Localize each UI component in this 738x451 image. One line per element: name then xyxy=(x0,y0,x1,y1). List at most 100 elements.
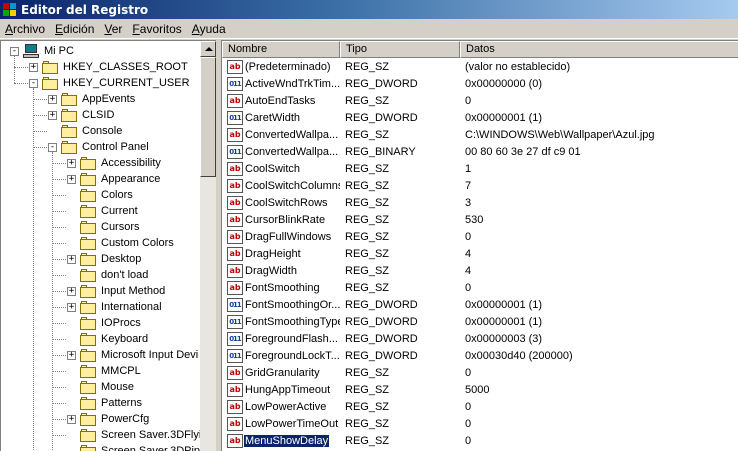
expand-icon[interactable]: + xyxy=(67,175,76,184)
value-type: REG_SZ xyxy=(345,417,390,430)
tree-node-label: MMCPL xyxy=(101,365,141,377)
string-value-icon: ab xyxy=(227,280,243,295)
value-row[interactable]: ab MenuShowDelay REG_SZ 0 xyxy=(222,432,738,449)
value-row[interactable]: ab DragHeight REG_SZ 4 xyxy=(222,245,738,262)
tree-node[interactable]: HKEY_CURRENT_USER xyxy=(42,75,192,91)
menu-favoritos[interactable]: Favoritos xyxy=(127,22,186,36)
tree-node-label: Console xyxy=(82,125,123,137)
value-row[interactable]: 011 ForegroundLockT... REG_DWORD 0x00030d40… xyxy=(222,347,738,364)
value-row[interactable]: ab ConvertedWallpa... REG_SZ C:\WINDOWS\Web… xyxy=(222,126,738,143)
value-row[interactable]: ab AutoEndTasks REG_SZ 0 xyxy=(222,92,738,109)
expand-icon[interactable]: + xyxy=(67,303,76,312)
value-name: LowPowerTimeOut xyxy=(245,417,339,430)
tree-node[interactable]: HKEY_CLASSES_ROOT xyxy=(42,59,190,75)
value-name: ConvertedWallpa... xyxy=(245,145,339,158)
value-row[interactable]: 011 ForegroundFlash... REG_DWORD 0x00000003… xyxy=(222,330,738,347)
value-row[interactable]: 011 ActiveWndTrkTim... REG_DWORD 0x00000000… xyxy=(222,75,738,92)
value-row[interactable]: ab CoolSwitchColumns REG_SZ 7 xyxy=(222,177,738,194)
value-row[interactable]: ab CoolSwitch REG_SZ 1 xyxy=(222,160,738,177)
menu-edicion[interactable]: Edición xyxy=(50,22,99,36)
tree-node[interactable]: Colors xyxy=(80,187,135,203)
tree-node[interactable]: Cursors xyxy=(80,219,142,235)
tree-node-label: Desktop xyxy=(101,253,142,265)
value-row[interactable]: ab LowPowerTimeOut REG_SZ 0 xyxy=(222,415,738,432)
menu-archivo[interactable]: Archivo xyxy=(0,22,50,36)
column-header-type[interactable]: Tipo xyxy=(340,41,460,58)
value-row[interactable]: 011 CaretWidth REG_DWORD 0x00000001 (1) xyxy=(222,109,738,126)
expand-icon[interactable]: + xyxy=(48,111,57,120)
tree-node[interactable]: Accessibility xyxy=(80,155,163,171)
tree-node[interactable]: Mi PC xyxy=(23,43,76,59)
value-row[interactable]: ab CursorBlinkRate REG_SZ 530 xyxy=(222,211,738,228)
value-type: REG_DWORD xyxy=(345,332,418,345)
value-data: 4 xyxy=(465,247,472,260)
collapse-icon[interactable]: - xyxy=(10,47,19,56)
tree-node[interactable]: Microsoft Input Devi xyxy=(80,347,200,363)
value-row[interactable]: ab HungAppTimeout REG_SZ 5000 xyxy=(222,381,738,398)
value-data: 0 xyxy=(465,366,472,379)
registry-key-tree: Mi PC - HKEY_CLASSES_ROOT + HKEY_CURRENT_USE… xyxy=(1,41,200,451)
tree-node-label: IOProcs xyxy=(101,317,141,329)
column-header-name[interactable]: Nombre xyxy=(222,41,340,58)
value-name: FontSmoothingOr... xyxy=(245,298,340,311)
tree-node[interactable]: Keyboard xyxy=(80,331,150,347)
value-type: REG_SZ xyxy=(345,179,390,192)
string-value-icon: ab xyxy=(227,178,243,193)
string-value-icon: ab xyxy=(227,263,243,278)
tree-node[interactable]: PowerCfg xyxy=(80,411,151,427)
binary-value-icon: 011 xyxy=(227,110,243,125)
tree-node[interactable]: Screen Saver.3DPipe xyxy=(80,443,200,451)
expand-icon[interactable]: + xyxy=(67,287,76,296)
value-row[interactable]: ab DragFullWindows REG_SZ 0 xyxy=(222,228,738,245)
title-bar[interactable]: Editor del Registro xyxy=(0,0,738,19)
folder-icon xyxy=(80,300,96,314)
expand-icon[interactable]: + xyxy=(29,63,38,72)
tree-node[interactable]: Patterns xyxy=(80,395,144,411)
expand-icon[interactable]: + xyxy=(67,415,76,424)
tree-node[interactable]: don't load xyxy=(80,267,150,283)
expand-icon[interactable]: + xyxy=(48,95,57,104)
expand-icon[interactable]: + xyxy=(67,159,76,168)
expand-icon[interactable]: + xyxy=(67,351,76,360)
scroll-up-button[interactable] xyxy=(200,41,216,57)
tree-node-label: Mouse xyxy=(101,381,135,393)
tree-node[interactable]: AppEvents xyxy=(61,91,137,107)
tree-node[interactable]: Custom Colors xyxy=(80,235,176,251)
value-row[interactable]: ab CoolSwitchRows REG_SZ 3 xyxy=(222,194,738,211)
value-row[interactable]: ab DragWidth REG_SZ 4 xyxy=(222,262,738,279)
binary-value-icon: 011 xyxy=(227,348,243,363)
column-header-data[interactable]: Datos xyxy=(460,41,738,58)
tree-node[interactable]: Control Panel xyxy=(61,139,151,155)
value-data: 7 xyxy=(465,179,472,192)
string-value-icon: ab xyxy=(227,246,243,261)
expand-icon[interactable]: + xyxy=(67,255,76,264)
folder-icon xyxy=(80,268,96,282)
tree-node[interactable]: Appearance xyxy=(80,171,162,187)
tree-node[interactable]: Input Method xyxy=(80,283,167,299)
value-row[interactable]: 011 FontSmoothingOr... REG_DWORD 0x00000001… xyxy=(222,296,738,313)
collapse-icon[interactable]: - xyxy=(29,79,38,88)
value-row[interactable]: ab FontSmoothing REG_SZ 0 xyxy=(222,279,738,296)
collapse-icon[interactable]: - xyxy=(48,143,57,152)
tree-node[interactable]: Console xyxy=(61,123,124,139)
value-row[interactable]: ab (Predeterminado) REG_SZ (valor no establ… xyxy=(222,58,738,75)
value-row[interactable]: 011 ConvertedWallpa... REG_BINARY 00 80 60 … xyxy=(222,143,738,160)
menu-ayuda[interactable]: Ayuda xyxy=(187,22,231,36)
tree-node[interactable]: Screen Saver.3DFlyi xyxy=(80,427,200,443)
value-name: ForegroundLockT... xyxy=(245,349,340,362)
tree-node[interactable]: Current xyxy=(80,203,140,219)
value-row[interactable]: ab LowPowerActive REG_SZ 0 xyxy=(222,398,738,415)
tree-vertical-scrollbar[interactable] xyxy=(200,41,216,451)
scroll-thumb[interactable] xyxy=(200,57,216,177)
tree-node-label: International xyxy=(101,301,162,313)
tree-node[interactable]: Desktop xyxy=(80,251,143,267)
value-row[interactable]: 011 FontSmoothingType REG_DWORD 0x00000001 … xyxy=(222,313,738,330)
tree-node[interactable]: International xyxy=(80,299,164,315)
value-row[interactable]: ab GridGranularity REG_SZ 0 xyxy=(222,364,738,381)
tree-node[interactable]: CLSID xyxy=(61,107,116,123)
tree-node[interactable]: Mouse xyxy=(80,379,136,395)
menu-ver[interactable]: Ver xyxy=(99,22,127,36)
tree-node[interactable]: MMCPL xyxy=(80,363,143,379)
tree-node-label: HKEY_CURRENT_USER xyxy=(63,77,190,89)
tree-node[interactable]: IOProcs xyxy=(80,315,143,331)
